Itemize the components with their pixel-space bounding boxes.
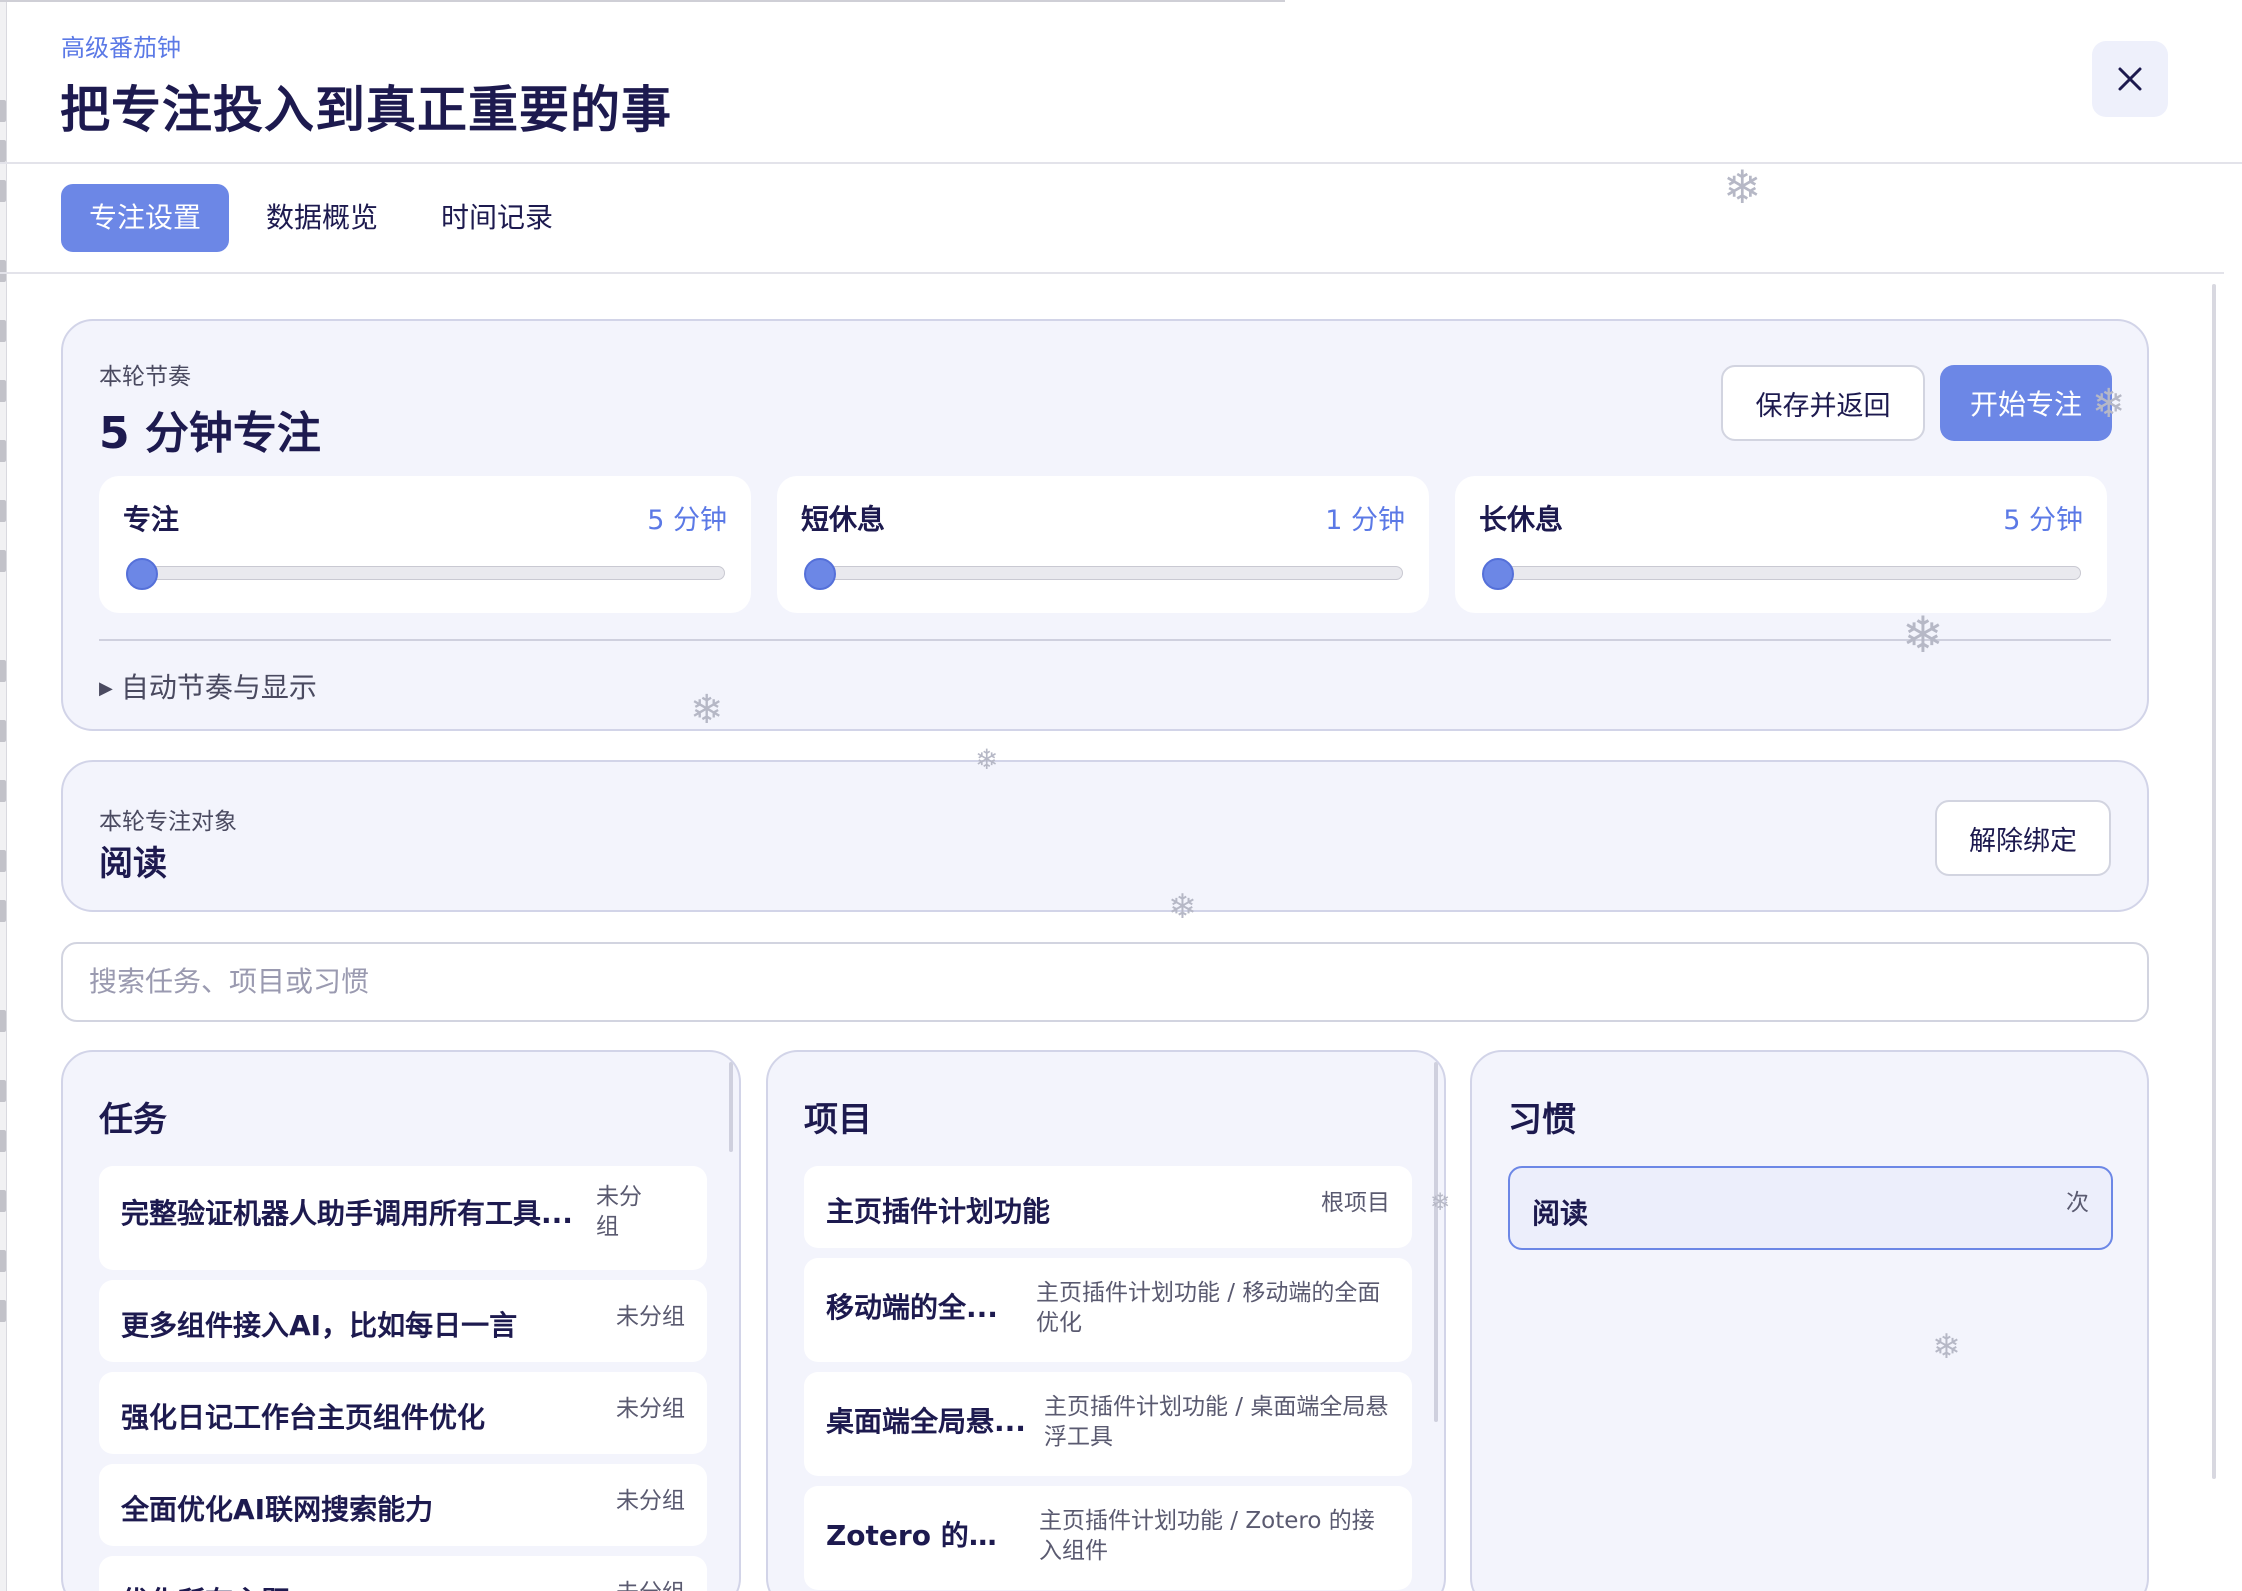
unbind-button[interactable]: 解除绑定 — [1935, 800, 2111, 876]
rhythm-label: 本轮节奏 — [99, 364, 191, 390]
slider-label: 专注 — [123, 503, 180, 536]
task-item[interactable]: 强化日记工作台主页组件优化 未分组 — [99, 1372, 707, 1454]
slider-value: 1 分钟 — [1325, 505, 1405, 536]
task-name: 强化日记工作台主页组件优化 — [121, 1401, 486, 1434]
close-icon — [2118, 67, 2142, 91]
task-group: 未分组 — [616, 1488, 685, 1514]
project-item[interactable]: 主页插件计划功能 根项目 — [804, 1166, 1412, 1248]
project-path: 主页插件计划功能 / Zotero 的接入组件 — [1039, 1508, 1375, 1564]
habit-item-selected[interactable]: 阅读 次 — [1508, 1166, 2113, 1250]
rhythm-title: 5 分钟专注 — [99, 408, 321, 459]
long-break-slider[interactable] — [1482, 558, 2081, 590]
slider-thumb[interactable] — [126, 558, 158, 590]
short-break-slider-box: 短休息 1 分钟 — [777, 476, 1429, 613]
tab-focus-settings[interactable]: 专注设置 — [61, 184, 230, 252]
task-group: 未分组 — [616, 1578, 685, 1591]
modal-title: 把专注投入到真正重要的事 — [60, 81, 672, 139]
short-break-slider[interactable] — [804, 558, 1403, 590]
rhythm-card: 本轮节奏 5 分钟专注 保存并返回 开始专注 专注 5 分钟 短休息 1 分钟 … — [61, 319, 2149, 731]
slider-thumb[interactable] — [1482, 558, 1514, 590]
project-path: 主页插件计划功能 / 桌面端全局悬浮工具 — [1044, 1394, 1389, 1450]
habits-column: 习惯 阅读 次 — [1470, 1050, 2149, 1591]
target-value: 阅读 — [99, 844, 167, 884]
habit-name: 阅读 — [1532, 1197, 1589, 1230]
projects-scrollbar[interactable] — [1434, 1062, 1438, 1422]
slider-label: 长休息 — [1479, 503, 1564, 536]
habit-unit: 次 — [2066, 1190, 2089, 1216]
tasks-scrollbar[interactable] — [729, 1062, 733, 1152]
divider — [99, 639, 2111, 641]
focus-target-card: 本轮专注对象 阅读 解除绑定 — [61, 760, 2149, 912]
habits-title: 习惯 — [1508, 1100, 1576, 1140]
focus-slider-box: 专注 5 分钟 — [99, 476, 751, 613]
search-input[interactable]: 搜索任务、项目或习惯 — [61, 942, 2149, 1022]
tab-time-records[interactable]: 时间记录 — [413, 184, 581, 252]
task-item[interactable]: 优化所有主题 未分组 — [99, 1556, 707, 1591]
project-item[interactable]: Zotero 的接... 主页插件计划功能 / Zotero 的接入组件 — [804, 1486, 1412, 1590]
task-group: 未分组 — [616, 1304, 685, 1330]
task-name: 更多组件接入AI，比如每日一言 — [121, 1309, 518, 1342]
close-button[interactable] — [2092, 41, 2168, 117]
project-item[interactable]: 桌面端全局悬... 主页插件计划功能 / 桌面端全局悬浮工具 — [804, 1372, 1412, 1476]
tab-bar: 专注设置 数据概览 时间记录 — [0, 164, 2224, 274]
task-name: 优化所有主题 — [121, 1580, 289, 1591]
task-item[interactable]: 完整验证机器人助手调用所有工具... 未分 组 — [99, 1166, 707, 1270]
slider-thumb[interactable] — [804, 558, 836, 590]
focus-slider[interactable] — [126, 558, 725, 590]
tab-data-overview[interactable]: 数据概览 — [238, 184, 406, 252]
slider-label: 短休息 — [801, 503, 886, 536]
tasks-title: 任务 — [99, 1100, 167, 1140]
modal-subtitle: 高级番茄钟 — [61, 34, 181, 62]
task-group: 未分 组 — [596, 1184, 642, 1240]
project-name: Zotero 的接... — [826, 1519, 1016, 1552]
tasks-column: 任务 完整验证机器人助手调用所有工具... 未分 组 更多组件接入AI，比如每日… — [61, 1050, 741, 1591]
task-group: 未分组 — [616, 1396, 685, 1422]
project-path: 根项目 — [1321, 1190, 1390, 1216]
projects-title: 项目 — [804, 1100, 872, 1140]
project-name: 桌面端全局悬... — [826, 1405, 1026, 1438]
task-item[interactable]: 全面优化AI联网搜索能力 未分组 — [99, 1464, 707, 1546]
task-name: 全面优化AI联网搜索能力 — [121, 1493, 434, 1526]
target-label: 本轮专注对象 — [99, 809, 237, 835]
project-item[interactable]: 移动端的全... 主页插件计划功能 / 移动端的全面优化 — [804, 1258, 1412, 1362]
start-focus-button[interactable]: 开始专注 — [1940, 365, 2112, 441]
long-break-slider-box: 长休息 5 分钟 — [1455, 476, 2107, 613]
slider-value: 5 分钟 — [647, 505, 727, 536]
content-scrollbar[interactable] — [2212, 284, 2216, 1479]
project-name: 移动端的全... — [826, 1291, 998, 1324]
details-summary-label: 自动节奏与显示 — [120, 671, 317, 704]
slider-value: 5 分钟 — [2003, 505, 2083, 536]
task-name: 完整验证机器人助手调用所有工具... — [121, 1197, 573, 1230]
triangle-right-icon: ▶ — [99, 678, 113, 699]
modal-header: 高级番茄钟 把专注投入到真正重要的事 — [0, 0, 2242, 164]
projects-column: 项目 主页插件计划功能 根项目 移动端的全... 主页插件计划功能 / 移动端的… — [766, 1050, 1446, 1591]
project-path: 主页插件计划功能 / 移动端的全面优化 — [1036, 1280, 1381, 1336]
auto-rhythm-details-toggle[interactable]: ▶ 自动节奏与显示 — [99, 666, 317, 706]
project-name: 主页插件计划功能 — [826, 1195, 1051, 1228]
task-item[interactable]: 更多组件接入AI，比如每日一言 未分组 — [99, 1280, 707, 1362]
save-and-return-button[interactable]: 保存并返回 — [1721, 365, 1925, 441]
